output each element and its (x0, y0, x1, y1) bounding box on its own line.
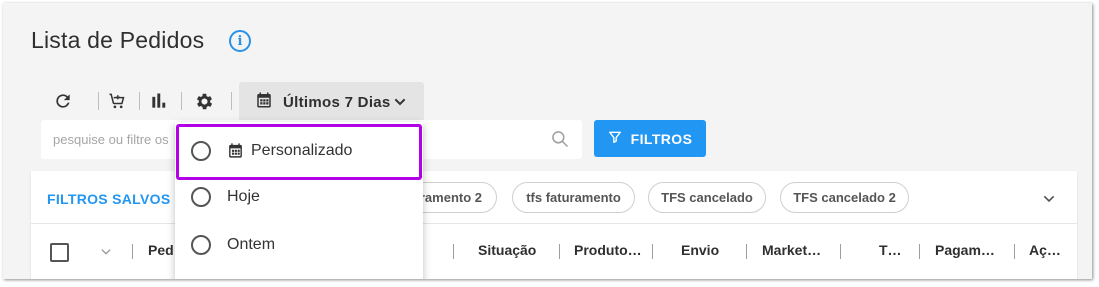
column-divider (652, 244, 653, 259)
column-divider (1014, 244, 1015, 259)
column-divider (559, 244, 560, 259)
calendar-icon (255, 91, 273, 113)
radio-icon[interactable] (191, 235, 211, 255)
column-header-total[interactable]: T… (879, 242, 902, 258)
column-divider (919, 244, 920, 259)
toolbar-divider (231, 92, 232, 110)
info-icon[interactable]: i (229, 30, 251, 52)
saved-filter-chip[interactable]: TFS cancelado 2 (780, 182, 909, 213)
filter-icon (608, 130, 622, 147)
column-header-envio[interactable]: Envio (681, 242, 719, 258)
refresh-icon[interactable] (52, 89, 74, 113)
column-header-pagamento[interactable]: Pagam… (935, 242, 995, 258)
filters-button[interactable]: FILTROS (594, 120, 706, 157)
column-header-pedido[interactable]: Ped (148, 242, 174, 258)
menu-item-ontem[interactable]: Ontem (175, 221, 423, 269)
column-header-produto[interactable]: Produto… (574, 242, 642, 258)
chevron-down-icon (392, 94, 408, 114)
page-title: Lista de Pedidos (31, 27, 205, 53)
column-header-acoes[interactable]: Aç… (1029, 242, 1061, 258)
column-divider (453, 244, 454, 259)
period-select-button[interactable]: Últimos 7 Dias (239, 82, 424, 122)
menu-item-hoje[interactable]: Hoje (175, 173, 423, 221)
search-icon[interactable] (550, 129, 570, 154)
select-all-checkbox[interactable] (50, 243, 69, 262)
menu-item-label: Ontem (227, 236, 276, 253)
column-divider (840, 244, 841, 259)
cart-icon[interactable] (106, 89, 128, 113)
menu-item-label: Hoje (227, 188, 260, 205)
column-divider (746, 244, 747, 259)
column-divider (132, 244, 133, 259)
search-placeholder: pesquise ou filtre os (53, 132, 169, 147)
toolbar-divider (181, 92, 182, 110)
app-window: Lista de Pedidos i Últimos 7 Dias pesqui… (3, 3, 1092, 279)
saved-filter-chip[interactable]: TFS cancelado (648, 182, 766, 213)
chevron-down-icon[interactable] (99, 245, 113, 264)
toolbar-divider (139, 92, 140, 110)
saved-filters-label[interactable]: FILTROS SALVOS (47, 191, 170, 207)
highlight-box (176, 124, 422, 180)
filters-button-label: FILTROS (630, 130, 693, 147)
column-header-marketplace[interactable]: Market… (762, 242, 821, 258)
bar-chart-icon[interactable] (148, 89, 170, 113)
chevron-down-icon[interactable] (1041, 191, 1057, 212)
column-header-situacao[interactable]: Situação (478, 242, 536, 258)
toolbar-divider (98, 92, 99, 110)
period-label: Últimos 7 Dias (283, 93, 391, 111)
radio-icon[interactable] (191, 187, 211, 207)
saved-filter-chip[interactable]: tfs faturamento (512, 182, 635, 213)
gear-icon[interactable] (192, 89, 216, 113)
